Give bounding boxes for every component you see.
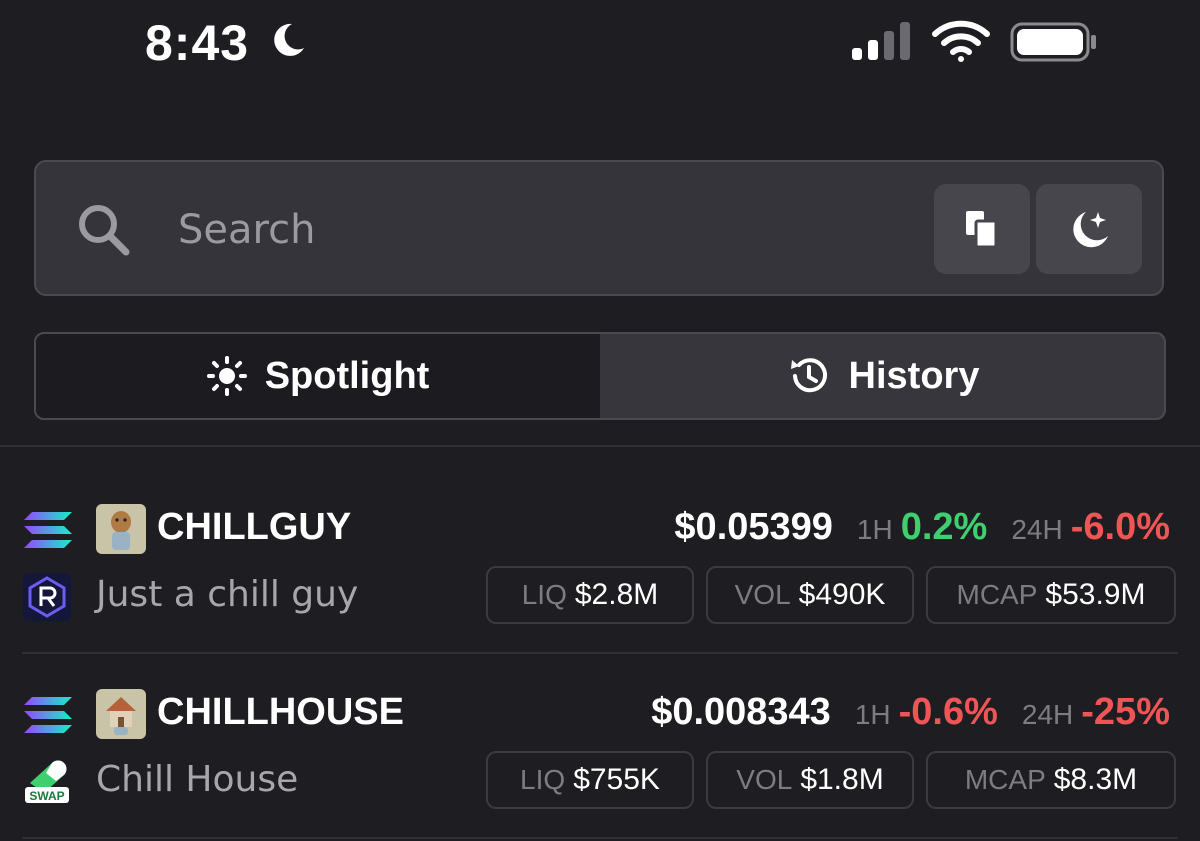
volume-label: VOL [736,764,793,795]
svg-text:SWAP: SWAP [29,789,64,803]
volume-badge: VOL $490K [706,566,914,624]
market-cap-value: $8.3M [1053,763,1138,796]
theme-toggle-button[interactable] [1036,184,1142,274]
change-24h-label: 24H [1021,699,1074,730]
tab-history[interactable]: History [600,334,1164,418]
price-line: $0.008343 1H -0.6% 24H -25% [651,691,1170,734]
paste-icon [966,211,998,249]
token-name: Just a chill guy [96,574,359,615]
liquidity-label: LIQ [520,764,566,795]
wifi-icon [932,20,990,62]
search-input[interactable] [176,192,920,268]
market-cap-label: MCAP [956,579,1038,610]
volume-badge: VOL $1.8M [706,751,914,809]
moon-sparkle-icon [1073,212,1108,248]
volume-value: $1.8M [800,763,884,796]
volume-label: VOL [734,579,791,610]
paste-button[interactable] [934,184,1030,274]
tab-spotlight[interactable]: Spotlight [36,334,600,418]
battery-icon [1010,22,1096,62]
liquidity-badge: LIQ $2.8M [486,566,694,624]
liquidity-badge: LIQ $755K [486,751,694,809]
status-bar: 8:43 [0,0,1200,90]
token-symbol: CHILLGUY [157,506,352,548]
change-24h: -25% [1081,691,1170,733]
market-cap-label: MCAP [964,764,1046,795]
tab-spotlight-label: Spotlight [264,354,430,397]
tab-history-label: History [848,354,980,397]
liquidity-label: LIQ [521,579,567,610]
section-divider [0,445,1200,447]
search-bar [34,160,1164,296]
tab-bar: Spotlight History [34,332,1166,420]
change-1h: -0.6% [898,691,998,733]
sun-icon [206,356,247,396]
token-row[interactable]: CHILLHOUSE SWAP Chill House $0.008343 1H… [0,655,1200,839]
status-time: 8:43 [145,15,250,71]
solana-icon [24,697,72,733]
market-cap-value: $53.9M [1045,578,1146,611]
price-line: $0.05399 1H 0.2% 24H -6.0% [674,506,1170,549]
cellular-signal-icon [852,22,910,60]
row-divider [22,652,1178,654]
token-price: $0.05399 [674,506,833,548]
token-symbol: CHILLHOUSE [157,691,404,733]
change-24h: -6.0% [1070,506,1170,548]
token-avatar [96,504,146,554]
token-avatar [96,689,146,739]
moon-icon [274,23,304,56]
liquidity-value: $755K [573,763,660,796]
token-row[interactable]: CHILLGUY Just a chill guy $0.05399 1H 0.… [0,470,1200,654]
change-1h-label: 1H [854,699,891,730]
history-clock-icon [790,358,827,393]
solana-icon [24,512,72,548]
change-24h-label: 24H [1011,514,1063,545]
swap-pill-icon: SWAP [23,758,71,806]
market-cap-badge: MCAP $53.9M [926,566,1176,624]
liquidity-value: $2.8M [574,578,659,611]
change-1h-label: 1H [856,514,893,545]
token-price: $0.008343 [651,691,831,733]
search-icon [79,205,130,256]
token-name: Chill House [96,759,299,800]
market-cap-badge: MCAP $8.3M [926,751,1176,809]
volume-value: $490K [798,578,886,611]
change-1h: 0.2% [900,506,988,548]
row-divider [22,837,1178,839]
raydium-icon [23,573,71,621]
